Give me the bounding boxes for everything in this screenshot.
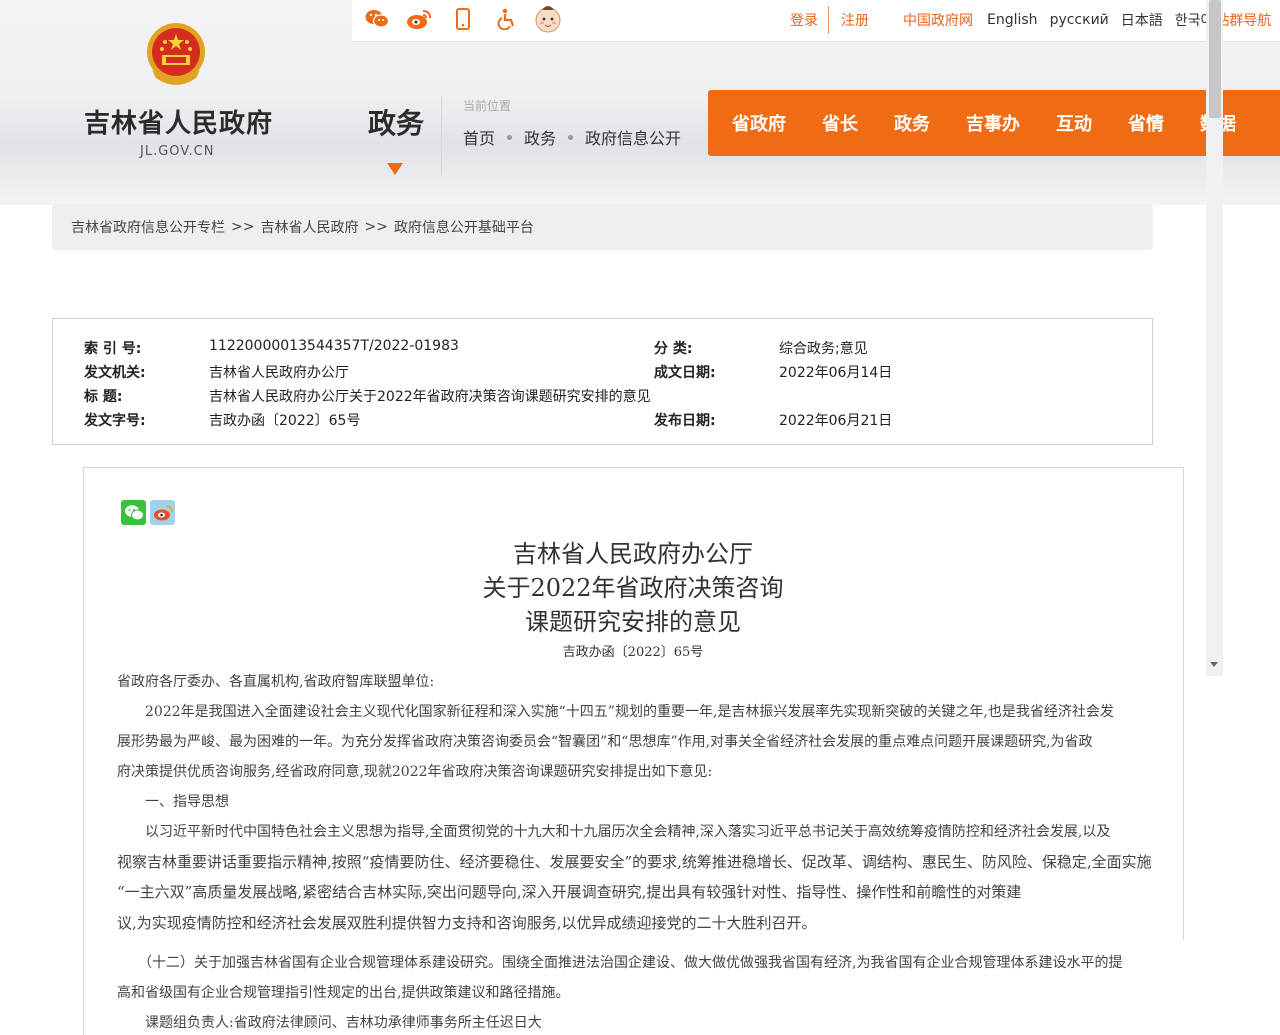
location-affairs-link[interactable]: 政务	[524, 125, 556, 149]
meta-row-docno: 发文字号: 吉政办函〔2022〕65号 发布日期: 2022年06月21日	[53, 410, 1152, 434]
content-spacer	[52, 250, 1153, 320]
breadcrumb-item-open-column[interactable]: 吉林省政府信息公开专栏	[71, 217, 225, 237]
breadcrumb-item-platform[interactable]: 政府信息公开基础平台	[394, 217, 534, 237]
breadcrumb-separator: >>	[364, 219, 388, 235]
nav-item-services[interactable]: 吉事办	[966, 110, 1020, 136]
emblem-icon[interactable]	[144, 22, 208, 90]
wechat-icon[interactable]	[364, 6, 390, 32]
weibo-icon[interactable]	[406, 6, 432, 32]
scrollbar-thumb[interactable]	[1209, 0, 1221, 118]
header-divider	[441, 96, 442, 176]
section-title: 政务	[368, 107, 425, 140]
site-name[interactable]: 吉林省人民政府	[84, 103, 273, 140]
article-line: 议,为实现疫情防控和经济社会发展双胜利提供智力支持和咨询服务,以优异成绩迎接党的…	[117, 914, 817, 932]
location-info-link[interactable]: 政府信息公开	[585, 125, 681, 149]
page: 吉林省人民政府 JL.GOV.CN 政务 当前位置 首页 政务 政府信息公开 登…	[0, 0, 1280, 1035]
mobile-icon[interactable]	[450, 6, 476, 32]
scroll-down-icon[interactable]	[1210, 662, 1218, 667]
article-line: 府决策提供优质咨询服务,经省政府同意,现就2022年省政府决策咨询课题研究安排提…	[117, 764, 713, 780]
article-line: 2022年是我国进入全面建设社会主义现代化国家新征程和深入实施“十四五”规划的重…	[117, 704, 1114, 720]
share-weibo-icon[interactable]	[150, 500, 175, 525]
share-wechat-icon[interactable]	[121, 500, 146, 525]
breadcrumb-item-gov[interactable]: 吉林省人民政府	[260, 217, 358, 237]
docno-value: 吉政办函〔2022〕65号	[209, 413, 361, 429]
top-links: 登录 注册 中国政府网 English русский 日本語 한국어 站群导航	[790, 6, 1271, 34]
english-link[interactable]: English	[987, 12, 1038, 28]
publish-label: 发布日期:	[654, 413, 716, 429]
meta-row-issuer: 发文机关: 吉林省人民政府办公厅 成文日期: 2022年06月14日	[53, 362, 1152, 386]
russian-link[interactable]: русский	[1050, 12, 1109, 28]
login-link[interactable]: 登录	[790, 10, 818, 30]
meta-row-title: 标 题: 吉林省人民政府办公厅关于2022年省政府决策咨询课题研究安排的意见	[53, 386, 1152, 410]
japanese-link[interactable]: 日本語	[1121, 10, 1163, 30]
nav-item-interaction[interactable]: 互动	[1056, 110, 1092, 136]
article-line: 课题组负责人:省政府法律顾问、吉林功承律师事务所主任迟日大	[117, 1015, 542, 1031]
location-home-link[interactable]: 首页	[463, 125, 495, 149]
article-line: “一主六双”高质量发展战略,紧密结合吉林实际,突出问题导向,深入开展调查研究,提…	[117, 883, 1022, 901]
index-value: 11220000013544357T/2022-01983	[209, 338, 459, 354]
mascot-icon[interactable]	[534, 2, 562, 34]
document-metadata: 索 引 号: 11220000013544357T/2022-01983 分 类…	[52, 318, 1153, 445]
date-label: 成文日期:	[654, 365, 716, 381]
publish-value: 2022年06月21日	[779, 413, 893, 429]
nav-item-governor[interactable]: 省长	[822, 110, 858, 136]
breadcrumb-separator: >>	[231, 219, 255, 235]
issuer-label: 发文机关:	[84, 365, 146, 381]
link-separator	[828, 6, 829, 34]
nav-item-provincial-gov[interactable]: 省政府	[732, 110, 786, 136]
index-label: 索 引 号:	[84, 341, 142, 357]
main-nav: 省政府 省长 政务 吉事办 互动 省情 数据	[708, 90, 1280, 156]
breadcrumb: 吉林省政府信息公开专栏 >> 吉林省人民政府 >> 政府信息公开基础平台	[52, 204, 1153, 250]
article-line: 高和省级国有企业合规管理指引性规定的出台,提供政策建议和路径措施。	[117, 985, 570, 1001]
location-breadcrumb: 首页 政务 政府信息公开	[463, 125, 681, 149]
issuer-value: 吉林省人民政府办公厅	[209, 365, 349, 381]
meta-row-index: 索 引 号: 11220000013544357T/2022-01983 分 类…	[53, 338, 1152, 362]
location-label: 当前位置	[463, 99, 512, 113]
section-arrow-icon	[387, 163, 403, 175]
accessibility-icon[interactable]	[494, 6, 520, 32]
article-line: 视察吉林重要讲话重要指示精神,按照“疫情要防住、经济要稳住、发展要安全”的要求,…	[117, 853, 1152, 871]
register-link[interactable]: 注册	[841, 10, 869, 30]
category-label: 分 类:	[654, 341, 693, 357]
title-value: 吉林省人民政府办公厅关于2022年省政府决策咨询课题研究安排的意见	[209, 389, 651, 405]
doc-title-line-1: 吉林省人民政府办公厅	[513, 540, 753, 568]
site-domain: JL.GOV.CN	[140, 144, 215, 159]
dot-separator-icon	[507, 134, 513, 140]
gov-portal-link[interactable]: 中国政府网	[903, 10, 973, 30]
doc-number: 吉政办函〔2022〕65号	[562, 645, 704, 660]
doc-title-line-2: 关于2022年省政府决策咨询	[482, 574, 784, 602]
article-line: 展形势最为严峻、最为困难的一年。为充分发挥省政府决策咨询委员会“智囊团”和“思想…	[117, 734, 1093, 750]
nav-item-overview[interactable]: 省情	[1128, 110, 1164, 136]
doc-title-line-3: 课题研究安排的意见	[525, 608, 741, 636]
article-line: 以习近平新时代中国特色社会主义思想为指导,全面贯彻党的十九大和十九届历次全会精神…	[117, 824, 1111, 840]
article-line: 省政府各厅委办、各直属机构,省政府智库联盟单位:	[117, 674, 435, 690]
date-value: 2022年06月14日	[779, 365, 893, 381]
docno-label: 发文字号:	[84, 413, 146, 429]
title-label: 标 题:	[84, 389, 123, 405]
category-value: 综合政务;意见	[779, 341, 868, 357]
article-line: （十二）关于加强吉林省国有企业合规管理体系建设研究。围绕全面推进法治国企建设、做…	[117, 955, 1123, 971]
nav-item-affairs[interactable]: 政务	[894, 110, 930, 136]
article-section-heading: 一、指导思想	[117, 794, 229, 810]
dot-separator-icon	[568, 134, 574, 140]
site-nav-link[interactable]: 站群导航	[1215, 10, 1271, 30]
